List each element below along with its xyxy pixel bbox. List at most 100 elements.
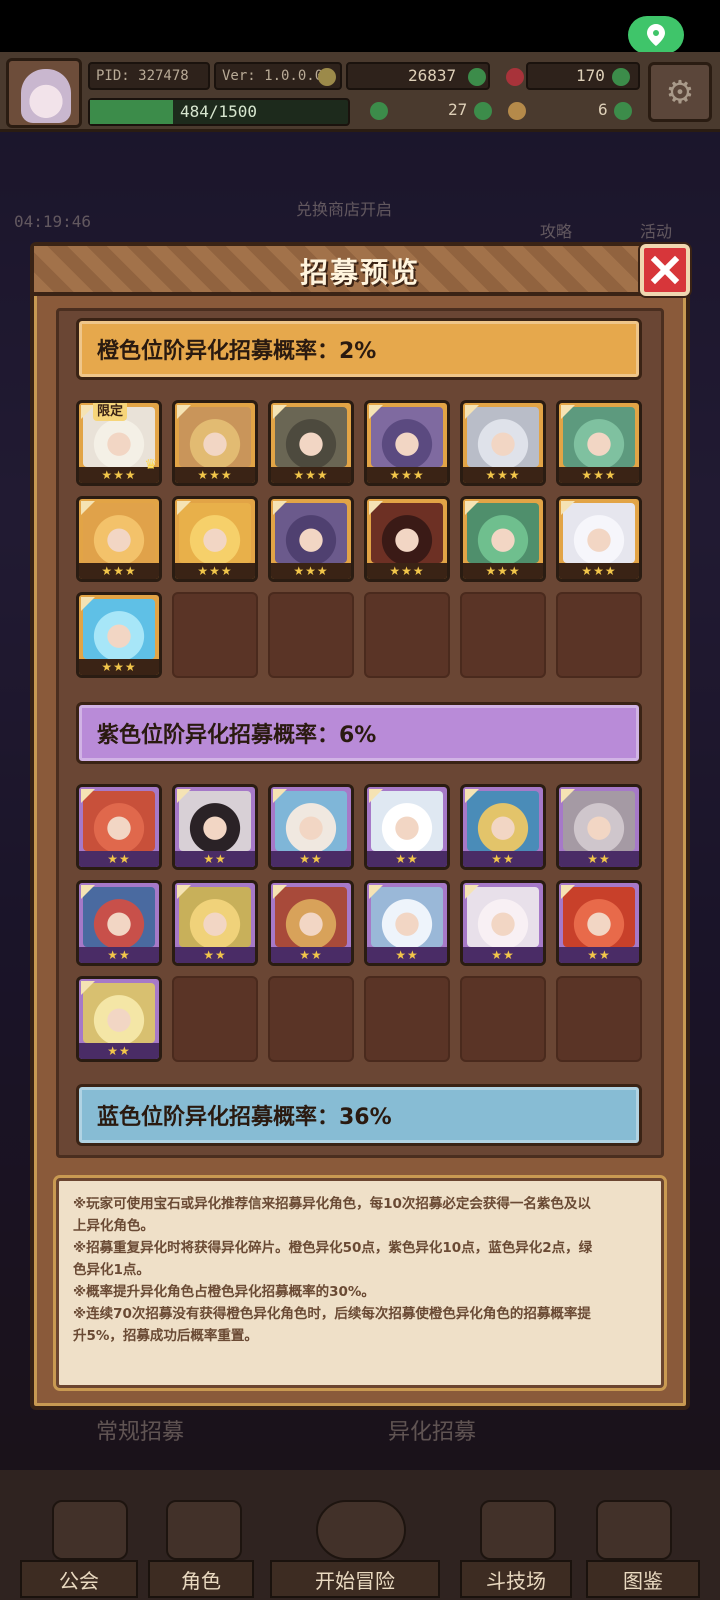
exp-text: 484/1500	[180, 102, 258, 121]
star-rating: ★★	[79, 947, 159, 963]
strategy-button[interactable]: 攻略	[540, 218, 572, 242]
purple-character-card[interactable]: ★★	[172, 784, 258, 870]
note-line: ※招募重复异化时将获得异化碎片。橙色异化50点，紫色异化10点，蓝色异化2点，绿	[73, 1240, 593, 1256]
location-pin-icon	[647, 24, 665, 46]
status-bar	[0, 0, 720, 52]
character-portrait-icon	[179, 887, 251, 947]
star-rating: ★★	[463, 947, 543, 963]
special-recruit-button[interactable]: 异化招募	[388, 1414, 476, 1446]
star-rating: ★★	[79, 1043, 159, 1059]
orange-character-card[interactable]: ★★★	[268, 400, 354, 486]
star-rating: ★★	[367, 851, 447, 867]
star-rating: ★★★	[463, 563, 543, 579]
event-timer: 04:19:46	[14, 212, 92, 231]
purple-character-card[interactable]: ★★	[364, 784, 450, 870]
character-portrait-icon	[563, 503, 635, 563]
orange-character-card[interactable]: ★★★	[364, 496, 450, 582]
purple-character-grid: ★★ ★★ ★★ ★★ ★★ ★★ ★★ ★★ ★★ ★★ ★★ ★★ ★★	[76, 784, 646, 1062]
currency-a-value: 26837	[408, 66, 457, 85]
orange-character-grid: ★★★ 限定 ♛ ★★★ ★★★ ★★★ ★★★ ★★★ ★★★ ★★★ ★★★ ★★★ ★★★ ★★★ ★…	[76, 400, 646, 678]
character-portrait-icon	[371, 503, 443, 563]
orange-character-card[interactable]: ★★★	[364, 400, 450, 486]
settings-gear-icon[interactable]: ⚙	[648, 62, 712, 122]
empty-slot	[172, 976, 258, 1062]
nav-character[interactable]: 角色	[148, 1560, 254, 1598]
character-portrait-icon	[275, 887, 347, 947]
purple-character-card[interactable]: ★★	[460, 880, 546, 966]
purple-character-card[interactable]: ★★	[76, 880, 162, 966]
currency-b-value: 170	[576, 66, 605, 85]
purple-character-card[interactable]: ★★	[268, 880, 354, 966]
character-portrait-icon	[83, 599, 155, 659]
star-rating: ★★★	[271, 563, 351, 579]
event-button[interactable]: 活动	[640, 218, 672, 242]
character-portrait-icon	[179, 407, 251, 467]
add-currency-d-icon[interactable]	[614, 102, 632, 120]
orange-character-card[interactable]: ★★★	[76, 592, 162, 678]
add-currency-a-icon[interactable]	[468, 68, 486, 86]
orange-character-card[interactable]: ★★★	[172, 400, 258, 486]
purple-character-card[interactable]: ★★	[556, 880, 642, 966]
empty-slot	[460, 592, 546, 678]
purple-character-card[interactable]: ★★	[76, 784, 162, 870]
purple-character-card[interactable]: ★★	[460, 784, 546, 870]
character-portrait-icon	[371, 887, 443, 947]
orange-character-card[interactable]: ★★★	[460, 496, 546, 582]
gem-icon	[506, 68, 524, 86]
orange-character-card[interactable]: ★★★	[556, 496, 642, 582]
close-button[interactable]	[640, 244, 690, 296]
player-avatar[interactable]	[6, 58, 82, 128]
star-rating: ★★	[79, 851, 159, 867]
nav-guild[interactable]: 公会	[20, 1560, 138, 1598]
book-icon	[596, 1500, 672, 1560]
orange-character-card[interactable]: ★★★	[268, 496, 354, 582]
pid-label: PID: 327478	[88, 62, 210, 90]
character-portrait-icon	[83, 503, 155, 563]
star-rating: ★★	[175, 947, 255, 963]
purple-character-card[interactable]: ★★	[556, 784, 642, 870]
character-portrait-icon	[83, 791, 155, 851]
purple-character-card[interactable]: ★★	[76, 976, 162, 1062]
modal-title: 招募预览	[299, 256, 420, 289]
crown-icon: ♛	[144, 457, 157, 473]
empty-slot	[556, 976, 642, 1062]
orange-character-card[interactable]: ★★★	[460, 400, 546, 486]
character-portrait-icon	[83, 983, 155, 1043]
character-portrait-icon	[563, 407, 635, 467]
currency-d-value: 6	[598, 100, 608, 119]
orange-tier-rate: 橙色位阶异化招募概率：2%	[76, 318, 642, 380]
orange-character-card[interactable]: ★★★	[172, 496, 258, 582]
orange-character-card[interactable]: ★★★	[76, 496, 162, 582]
character-portrait-icon	[467, 407, 539, 467]
nav-codex[interactable]: 图鉴	[586, 1560, 700, 1598]
purple-character-card[interactable]: ★★	[268, 784, 354, 870]
exp-bar: 484/1500	[88, 98, 350, 126]
purple-character-card[interactable]: ★★	[172, 880, 258, 966]
exp-bar-fill	[90, 100, 174, 124]
add-currency-b-icon[interactable]	[612, 68, 630, 86]
swords-icon	[480, 1500, 556, 1560]
star-rating: ★★★	[463, 467, 543, 483]
nav-arena[interactable]: 斗技场	[460, 1560, 572, 1598]
empty-slot	[556, 592, 642, 678]
character-portrait-icon	[179, 791, 251, 851]
close-icon	[650, 255, 680, 285]
star-rating: ★★	[367, 947, 447, 963]
orange-character-card[interactable]: ★★★ 限定 ♛	[76, 400, 162, 486]
normal-recruit-button[interactable]: 常规招募	[96, 1414, 184, 1446]
add-currency-c-icon[interactable]	[474, 102, 492, 120]
note-line: 升5%，招募成功后概率重置。	[73, 1328, 258, 1344]
empty-slot	[364, 592, 450, 678]
note-line: ※玩家可使用宝石或异化推荐信来招募异化角色，每10次招募必定会获得一名紫色及以	[73, 1196, 591, 1212]
character-portrait-icon	[467, 503, 539, 563]
star-rating: ★★	[559, 947, 639, 963]
purple-character-card[interactable]: ★★	[364, 880, 450, 966]
orange-character-card[interactable]: ★★★	[556, 400, 642, 486]
recruit-notes: ※玩家可使用宝石或异化推荐信来招募异化角色，每10次招募必定会获得一名紫色及以 …	[56, 1178, 664, 1388]
character-portrait-icon	[371, 407, 443, 467]
empty-slot	[268, 592, 354, 678]
nav-start-adventure[interactable]: 开始冒险	[270, 1560, 440, 1598]
star-rating: ★★	[463, 851, 543, 867]
limited-tag: 限定	[93, 403, 128, 421]
empty-slot	[460, 976, 546, 1062]
